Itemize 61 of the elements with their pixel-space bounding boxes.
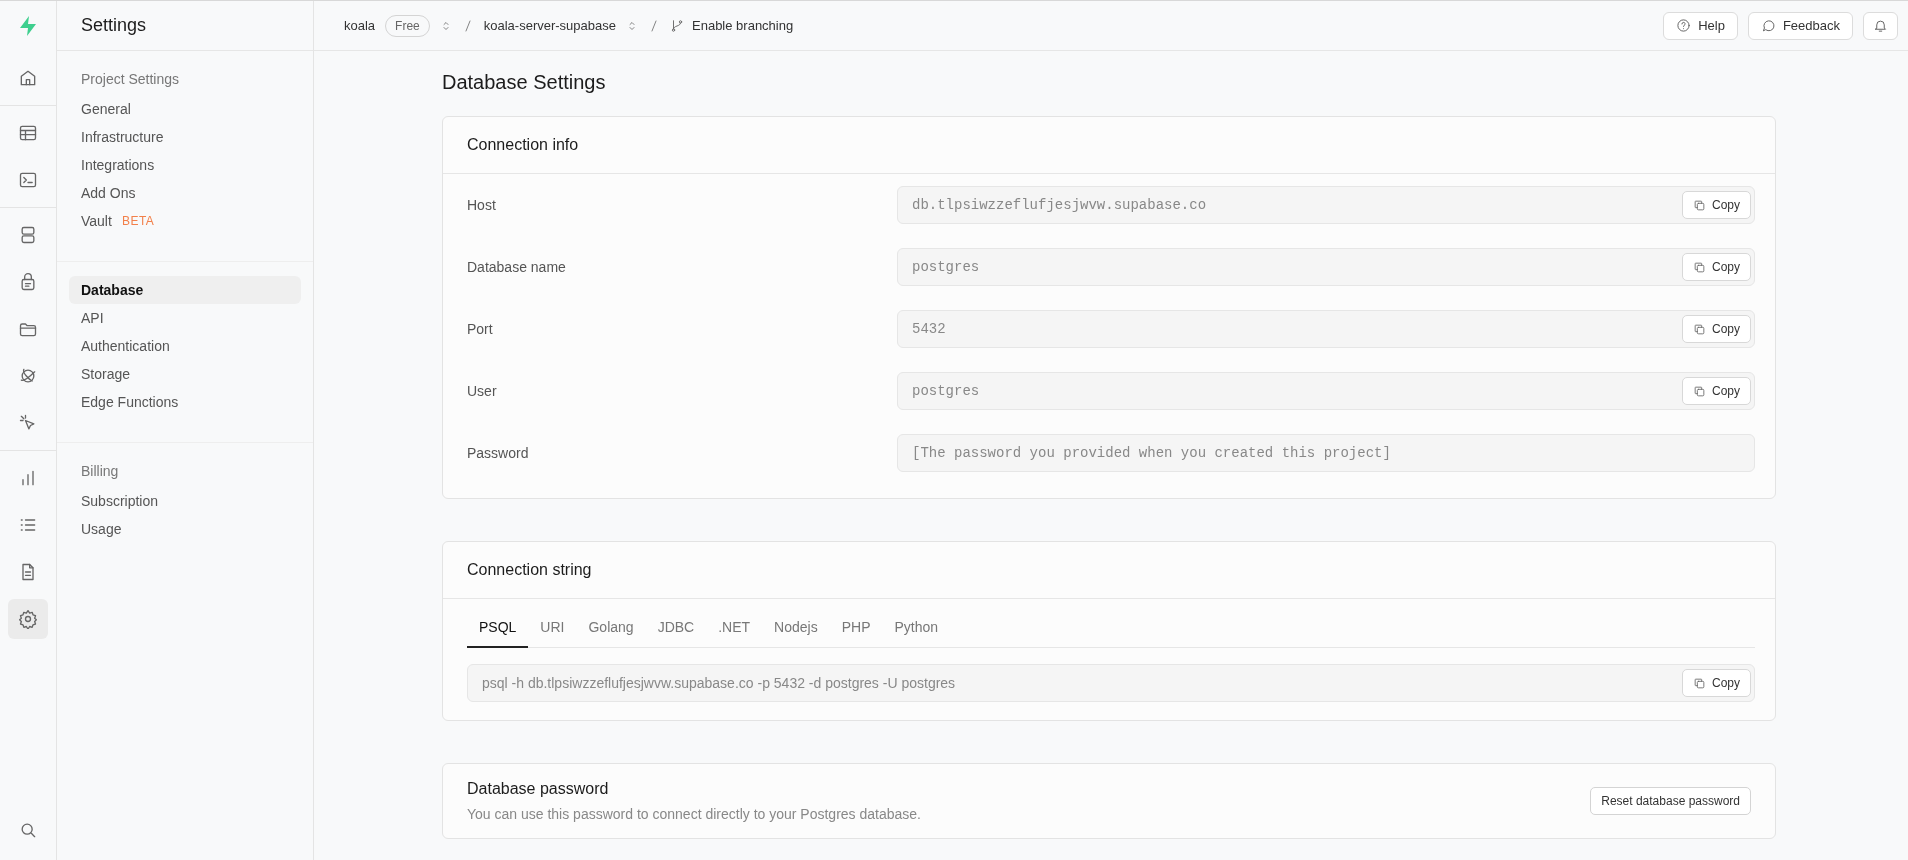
terminal-icon <box>18 170 38 190</box>
sidebar-title: Settings <box>81 15 147 36</box>
database-icon <box>18 225 38 245</box>
sidebar-item[interactable]: Add Ons <box>69 179 301 207</box>
table-icon <box>18 123 38 143</box>
tab[interactable]: PSQL <box>467 613 529 648</box>
tab[interactable]: .NET <box>706 613 763 648</box>
feedback-button[interactable]: Feedback <box>1747 11 1853 40</box>
project-name[interactable]: koala-server-supabase <box>483 18 616 33</box>
field-label: Port <box>467 320 494 337</box>
chat-bubble-icon <box>1760 18 1776 33</box>
tab[interactable]: JDBC <box>645 613 707 648</box>
organization-name[interactable]: koala <box>344 18 376 33</box>
beta-label: BETA <box>121 214 155 228</box>
copy-button[interactable]: Copy <box>1682 669 1751 697</box>
reset-password-button[interactable]: Reset database password <box>1590 787 1751 815</box>
home-icon <box>18 68 38 88</box>
card-title: Database password <box>467 780 610 798</box>
card-title: Connection info <box>467 136 579 154</box>
copy-icon <box>1693 384 1706 398</box>
card-description: You can use this password to connect directly to your Postgres database. <box>467 806 922 822</box>
field-label: Password <box>467 444 530 461</box>
sidebar-item[interactable]: Authentication <box>69 332 301 360</box>
sidebar-item[interactable]: Storage <box>69 360 301 388</box>
sidebar-item[interactable]: Infrastructure <box>69 123 301 151</box>
help-icon <box>1676 18 1692 33</box>
field-label: Host <box>467 196 497 213</box>
tab[interactable]: PHP <box>829 613 883 648</box>
copy-button[interactable]: Copy <box>1682 377 1751 405</box>
tab[interactable]: Nodejs <box>762 613 830 648</box>
tab[interactable]: Golang <box>576 613 646 648</box>
sidebar-item[interactable]: General <box>69 95 301 123</box>
tab[interactable]: Python <box>882 613 951 648</box>
copy-icon <box>1693 676 1706 690</box>
rail-button[interactable] <box>8 599 48 639</box>
page-title: Database Settings <box>442 71 607 94</box>
copy-icon <box>1693 322 1706 336</box>
branch-icon <box>670 18 684 33</box>
sidebar-item[interactable]: Subscription <box>69 487 301 515</box>
copy-button[interactable]: Copy <box>1682 191 1751 219</box>
sidebar-item[interactable]: Database <box>69 276 301 304</box>
field-label: User <box>467 382 498 399</box>
field-label: Database name <box>467 258 567 275</box>
sidebar-item[interactable]: API <box>69 304 301 332</box>
sidebar-item[interactable]: Vault BETA <box>69 207 301 235</box>
card-title: Connection string <box>467 561 592 579</box>
section-heading: Project Settings <box>80 70 181 89</box>
notifications-button[interactable] <box>1863 11 1898 40</box>
tab[interactable]: URI <box>528 613 577 648</box>
copy-icon <box>1693 198 1706 212</box>
copy-button[interactable]: Copy <box>1682 315 1751 343</box>
settings-icon <box>18 609 38 629</box>
copy-icon <box>1693 260 1706 274</box>
bell-icon <box>1873 18 1888 33</box>
sidebar-item[interactable]: Integrations <box>69 151 301 179</box>
help-button[interactable]: Help <box>1663 11 1738 40</box>
enable-branching-button[interactable]: Enable branching <box>670 18 794 33</box>
copy-button[interactable]: Copy <box>1682 253 1751 281</box>
sidebar-item[interactable]: Edge Functions <box>69 388 301 416</box>
sidebar-item[interactable]: Usage <box>69 515 301 543</box>
section-heading: Billing <box>80 462 120 481</box>
